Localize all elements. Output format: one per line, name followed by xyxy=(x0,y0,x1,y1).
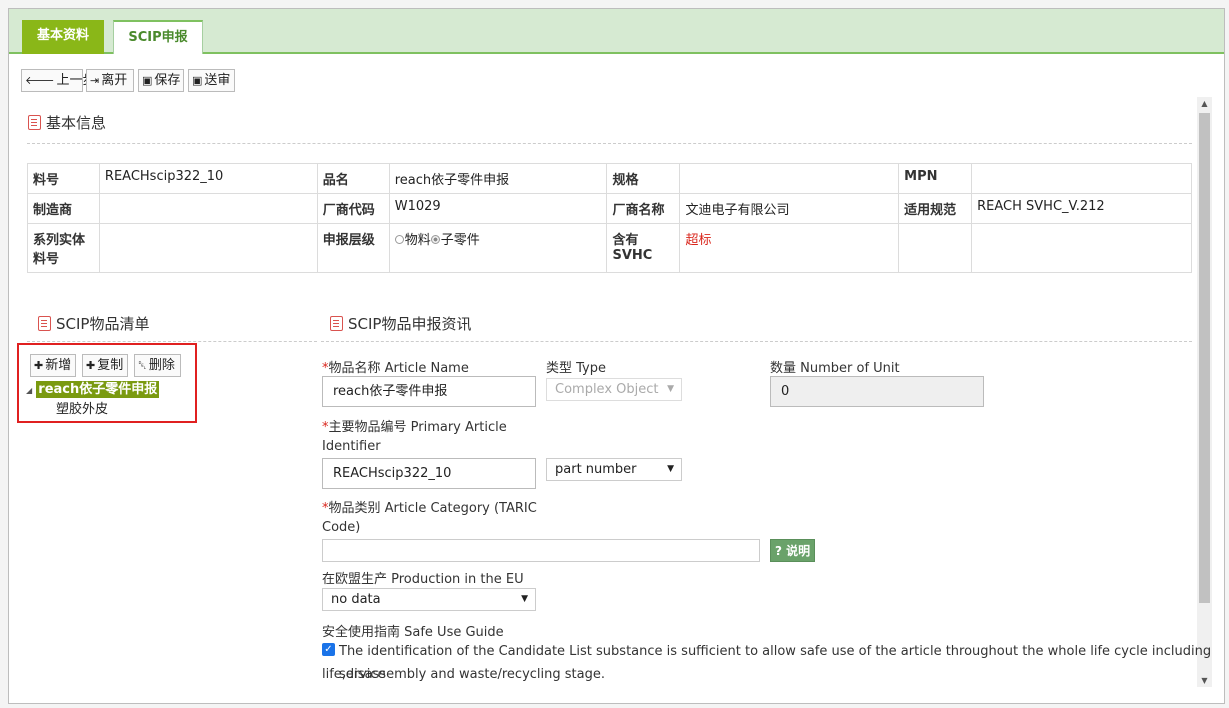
table-cell: 品名 xyxy=(316,163,390,194)
table-cell: REACH SVHC_V.212 xyxy=(971,193,1192,224)
tab-basic-info[interactable]: 基本资料 xyxy=(22,20,104,54)
table-row: 料号 REACHscip322_10 品名 reach依子零件申报 规格 MPN xyxy=(27,163,1192,194)
table-cell: 厂商代码 xyxy=(316,193,390,224)
table-cell: 文迪电子有限公司 xyxy=(679,193,900,224)
delete-button[interactable]: ␡ 删除 xyxy=(134,354,181,377)
help-button[interactable]: ? 说明 xyxy=(770,539,816,562)
plus-icon: ✚ xyxy=(86,359,96,372)
chevron-down-icon: ▼ xyxy=(667,384,674,394)
add-button[interactable]: ✚ 新增 xyxy=(30,354,76,377)
scrollbar-thumb[interactable] xyxy=(1199,113,1210,603)
trash-icon: ␡ xyxy=(138,359,147,372)
table-cell xyxy=(971,223,1192,273)
safe-use-checkbox[interactable]: ✓ xyxy=(322,643,335,656)
floppy-icon: ▣ xyxy=(142,74,153,87)
prev-step-button[interactable]: 🡐 上一步 xyxy=(21,69,96,92)
copy-button[interactable]: ✚ 复制 xyxy=(82,354,128,377)
table-cell: 规格 xyxy=(606,163,681,194)
table-cell xyxy=(971,163,1192,194)
units-label: 数量 Number of Unit xyxy=(770,361,900,376)
table-cell: W1029 xyxy=(388,193,608,224)
table-cell: 系列实体料号 xyxy=(27,223,100,273)
exit-icon: ⇥ xyxy=(90,74,100,87)
table-cell xyxy=(98,193,318,224)
table-cell xyxy=(898,223,973,273)
chevron-down-icon: ▼ xyxy=(667,464,674,474)
form-window: 基本资料 SCIP申报 🡐 上一步 ⇥ 离开 ▣ 保存 ▣ 送审 ▲ ▼ 基本信息 料号… xyxy=(8,8,1225,704)
declare-level-cell: 物料 子零件 xyxy=(388,223,608,273)
basic-info-heading: 基本信息 xyxy=(28,112,106,133)
eu-production-select[interactable]: no data ▼ xyxy=(322,588,536,611)
table-cell: 申报层级 xyxy=(316,223,390,273)
table-cell: 厂商名称 xyxy=(606,193,681,224)
divider xyxy=(321,341,1192,342)
document-icon xyxy=(330,316,343,331)
tab-scip-declaration[interactable]: SCIP申报 xyxy=(113,20,203,54)
safe-use-label: 安全使用指南 Safe Use Guide xyxy=(322,625,504,640)
primary-id-label-2: Identifier xyxy=(322,439,381,454)
tree-node-root[interactable]: ◢ reach依子零件申报 xyxy=(26,378,160,398)
table-cell: 料号 xyxy=(27,163,100,194)
vertical-scrollbar[interactable]: ▲ ▼ xyxy=(1197,97,1212,687)
table-cell: REACHscip322_10 xyxy=(98,163,318,194)
table-cell: MPN xyxy=(898,163,973,194)
floppy-icon: ▣ xyxy=(192,74,203,87)
primary-id-type-select[interactable]: part number ▼ xyxy=(546,458,682,481)
radio-material[interactable] xyxy=(394,235,404,244)
category-label: *物品类别 Article Category (TARIC xyxy=(322,501,537,516)
type-select: Complex Object ▼ xyxy=(546,378,682,401)
divider xyxy=(27,143,1192,144)
scip-list-heading: SCIP物品清单 xyxy=(38,313,149,334)
category-label-2: Code) xyxy=(322,520,361,535)
table-cell xyxy=(98,223,318,273)
svhc-status: 超标 xyxy=(679,223,900,273)
plus-icon: ✚ xyxy=(34,359,44,372)
table-cell xyxy=(679,163,900,194)
table-cell: 适用规范 xyxy=(898,193,973,224)
eu-production-label: 在欧盟生产 Production in the EU xyxy=(322,572,524,587)
tree-node-child[interactable]: 塑胶外皮 xyxy=(56,398,108,417)
tab-bar: 基本资料 SCIP申报 xyxy=(9,9,1224,54)
chevron-down-icon: ▼ xyxy=(521,594,528,604)
scroll-up-icon[interactable]: ▲ xyxy=(1197,99,1212,108)
category-input[interactable] xyxy=(322,539,760,562)
list-icon xyxy=(28,115,41,130)
triangle-down-icon[interactable]: ◢ xyxy=(26,386,32,395)
basic-info-table: 料号 REACHscip322_10 品名 reach依子零件申报 规格 MPN… xyxy=(27,163,1192,273)
table-cell: reach依子零件申报 xyxy=(388,163,608,194)
article-name-input[interactable]: reach依子零件申报 xyxy=(322,376,536,407)
table-cell: 制造商 xyxy=(27,193,100,224)
save-button[interactable]: ▣ 保存 xyxy=(138,69,184,92)
primary-id-label: *主要物品编号 Primary Article xyxy=(322,420,507,435)
submit-review-button[interactable]: ▣ 送审 xyxy=(188,69,235,92)
divider xyxy=(27,341,317,342)
table-cell: 含有SVHC xyxy=(606,223,681,273)
question-icon: ? xyxy=(775,544,782,558)
table-row: 制造商 厂商代码 W1029 厂商名称 文迪电子有限公司 适用规范 REACH … xyxy=(27,193,1192,224)
safe-use-text-2: life,disassembly and waste/recycling sta… xyxy=(322,667,605,682)
scip-detail-heading: SCIP物品申报资讯 xyxy=(330,313,471,334)
article-name-label: *物品名称 Article Name xyxy=(322,361,469,376)
primary-id-input[interactable]: REACHscip322_10 xyxy=(322,458,536,489)
table-row: 系列实体料号 申报层级 物料 子零件 含有SVHC 超标 xyxy=(27,223,1192,273)
leave-button[interactable]: ⇥ 离开 xyxy=(86,69,134,92)
document-icon xyxy=(38,316,51,331)
type-label: 类型 Type xyxy=(546,361,606,376)
units-input[interactable]: 0 xyxy=(770,376,984,407)
arrow-left-icon: 🡐 xyxy=(25,74,55,87)
radio-subpart[interactable] xyxy=(430,235,440,244)
